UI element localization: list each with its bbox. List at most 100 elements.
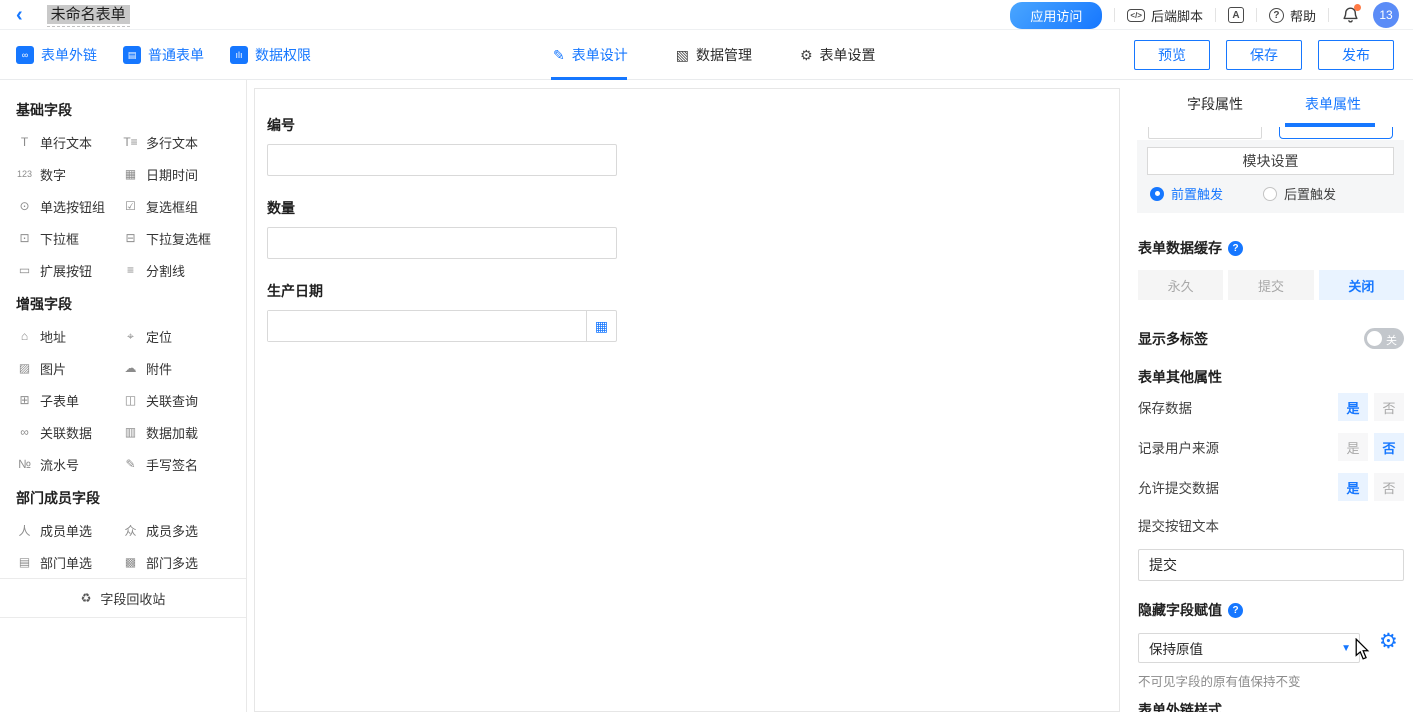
field-item-dept-multi[interactable]: ▩部门多选 <box>122 546 246 578</box>
app-access-button[interactable]: 应用访问 <box>1010 2 1102 29</box>
center-tabs: ✎ 表单设计 ▧ 数据管理 ⚙ 表单设置 <box>553 30 876 80</box>
avatar[interactable]: 13 <box>1373 2 1399 28</box>
normal-form-button[interactable]: ▤ 普通表单 <box>123 45 204 65</box>
record-source-yes-button[interactable]: 是 <box>1338 433 1368 461</box>
calendar-icon[interactable]: ▦ <box>587 318 616 335</box>
backend-script-button[interactable]: </> 后端脚本 <box>1127 6 1203 25</box>
form-design-canvas[interactable]: 编号 数量 生产日期 ▦ <box>254 88 1120 712</box>
trigger-radio-group: 前置触发 后置触发 <box>1150 184 1336 203</box>
form-title[interactable]: 未命名表单 <box>47 5 130 24</box>
member-multi-icon: 众 <box>122 522 139 539</box>
field-item-serial-number[interactable]: №流水号 <box>16 448 122 480</box>
field-item-checkbox-group[interactable]: ☑复选框组 <box>122 190 246 222</box>
submit-button-text-input[interactable] <box>1138 549 1404 581</box>
help-button[interactable]: ? 帮助 <box>1269 6 1316 25</box>
tab-form-settings[interactable]: ⚙ 表单设置 <box>800 30 876 80</box>
gear-icon[interactable]: ⚙ <box>1379 631 1398 652</box>
field-item-location[interactable]: ⌖定位 <box>122 320 246 352</box>
hidden-field-hint: 不可见字段的原有值保持不变 <box>1138 671 1301 690</box>
field-item-signature[interactable]: ✎手写签名 <box>122 448 246 480</box>
radio-pre-trigger[interactable]: 前置触发 <box>1150 184 1223 203</box>
field-item-single-line-text[interactable]: T单行文本 <box>16 126 122 158</box>
cache-option-close[interactable]: 关闭 <box>1319 270 1404 300</box>
cache-option-submit[interactable]: 提交 <box>1228 270 1313 300</box>
hidden-field-select[interactable]: 保持原值 ▼ <box>1138 633 1360 663</box>
field-item-multi-line-text[interactable]: T≡多行文本 <box>122 126 246 158</box>
field-item-dept-single[interactable]: ▤部门单选 <box>16 546 122 578</box>
other-properties-title: 表单其他属性 <box>1138 367 1222 387</box>
field-item-multi-select[interactable]: ⊟下拉复选框 <box>122 222 246 254</box>
production-date-input[interactable] <box>268 311 586 341</box>
field-item-attachment[interactable]: ☁附件 <box>122 352 246 384</box>
field-item-data-load[interactable]: ▥数据加载 <box>122 416 246 448</box>
tab-form-design[interactable]: ✎ 表单设计 <box>553 30 628 80</box>
field-item-divider-line[interactable]: ≡分割线 <box>122 254 246 286</box>
radio-post-trigger[interactable]: 后置触发 <box>1263 184 1336 203</box>
language-icon[interactable]: A <box>1228 7 1244 23</box>
dept-single-icon: ▤ <box>16 555 33 569</box>
external-link-style-title: 表单外链样式 <box>1138 700 1222 712</box>
field-item-member-multi[interactable]: 众成员多选 <box>122 514 246 546</box>
publish-button[interactable]: 发布 <box>1318 40 1394 70</box>
field-recycle-bin-button[interactable]: ♻ 字段回收站 <box>0 578 246 618</box>
field-item-linked-data[interactable]: ∞关联数据 <box>16 416 122 448</box>
field-item-radio-group[interactable]: ⊙单选按钮组 <box>16 190 122 222</box>
allow-submit-yes-button[interactable]: 是 <box>1338 473 1368 501</box>
field-item-label: 关联查询 <box>146 391 198 410</box>
form-toolbar: ∞ 表单外链 ▤ 普通表单 ılı 数据权限 ✎ 表单设计 ▧ 数据管理 ⚙ 表… <box>0 30 1413 80</box>
field-item-linked-query[interactable]: ◫ 关联查询 <box>122 384 246 416</box>
data-permission-button[interactable]: ılı 数据权限 <box>230 45 311 65</box>
save-data-no-button[interactable]: 否 <box>1374 393 1404 421</box>
tab-form-properties[interactable]: 表单属性 <box>1305 80 1361 127</box>
toolbar-left: ∞ 表单外链 ▤ 普通表单 ılı 数据权限 <box>16 30 311 80</box>
preview-button[interactable]: 预览 <box>1134 40 1210 70</box>
allow-submit-no-button[interactable]: 否 <box>1374 473 1404 501</box>
linked-query-icon: ◫ <box>122 393 139 407</box>
canvas-field-production-date[interactable]: 生产日期 ▦ <box>267 281 1119 342</box>
field-item-label: 下拉框 <box>40 229 79 248</box>
field-item-image[interactable]: ▨图片 <box>16 352 122 384</box>
field-item-address[interactable]: ⌂地址 <box>16 320 122 352</box>
multi-select-icon: ⊟ <box>122 231 139 245</box>
field-item-label: 附件 <box>146 359 172 378</box>
field-item-extend-button[interactable]: ▭扩展按钮 <box>16 254 122 286</box>
datetime-icon: ▦ <box>122 167 139 181</box>
row-label: 允许提交数据 <box>1138 477 1219 497</box>
record-user-source-row: 记录用户来源 是否 <box>1138 433 1404 461</box>
external-link-label: 表单外链 <box>41 45 97 65</box>
data-management-icon: ▧ <box>676 47 689 64</box>
record-source-no-button[interactable]: 否 <box>1374 433 1404 461</box>
question-icon[interactable]: ? <box>1228 241 1243 256</box>
question-icon[interactable]: ? <box>1228 603 1243 618</box>
field-item-datetime[interactable]: ▦日期时间 <box>122 158 246 190</box>
multi-tab-toggle[interactable]: 关 <box>1364 328 1404 349</box>
field-item-number[interactable]: 123数字 <box>16 158 122 190</box>
date-input-wrap[interactable]: ▦ <box>267 310 617 342</box>
back-icon[interactable]: ‹ <box>16 2 23 28</box>
module-settings-button[interactable]: 模块设置 <box>1147 147 1394 175</box>
backend-script-label: 后端脚本 <box>1151 6 1203 25</box>
basic-fields-grid: T单行文本 T≡多行文本 123数字 ▦日期时间 ⊙单选按钮组 ☑复选框组 ⊡下… <box>16 126 246 286</box>
cache-option-permanent[interactable]: 永久 <box>1138 270 1223 300</box>
save-button[interactable]: 保存 <box>1226 40 1302 70</box>
document-icon: ▤ <box>123 46 141 64</box>
form-external-link-button[interactable]: ∞ 表单外链 <box>16 45 97 65</box>
canvas-field-quantity[interactable]: 数量 <box>267 198 1119 259</box>
allow-submit-row: 允许提交数据 是否 <box>1138 473 1404 501</box>
tab-data-management[interactable]: ▧ 数据管理 <box>676 30 752 80</box>
number-id-input[interactable] <box>267 144 617 176</box>
extend-button-icon: ▭ <box>16 263 33 277</box>
form-title-wrap[interactable]: 未命名表单 <box>47 3 130 27</box>
field-item-member-single[interactable]: 人成员单选 <box>16 514 122 546</box>
notification-bell-icon[interactable] <box>1341 5 1361 25</box>
field-item-subform[interactable]: ⊞子表单 <box>16 384 122 416</box>
quantity-input[interactable] <box>267 227 617 259</box>
scrolled-content-remnants <box>1121 127 1413 140</box>
signature-icon: ✎ <box>122 457 139 471</box>
tab-field-properties[interactable]: 字段属性 <box>1187 80 1243 127</box>
save-data-row: 保存数据 是否 <box>1138 393 1404 421</box>
field-item-select[interactable]: ⊡下拉框 <box>16 222 122 254</box>
canvas-field-number-id[interactable]: 编号 <box>267 115 1119 176</box>
save-data-yes-button[interactable]: 是 <box>1338 393 1368 421</box>
data-load-icon: ▥ <box>122 425 139 439</box>
